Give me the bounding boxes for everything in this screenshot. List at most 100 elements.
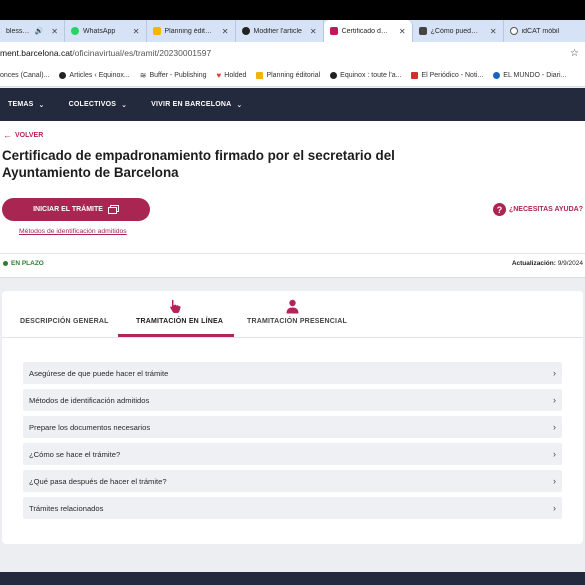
procedure-header: ← VOLVER Certificado de empadronamiento …	[0, 121, 585, 278]
elperiodico-icon	[411, 71, 419, 79]
accordion-item[interactable]: Métodos de identificación admitidos ›	[23, 389, 562, 411]
url-path: /oficinavirtual/es/tramit/20230001597	[72, 48, 212, 58]
nav-item-colectivos[interactable]: COLECTIVOS ⌄	[69, 101, 128, 109]
chevron-right-icon: ›	[553, 503, 556, 513]
bookmark-item[interactable]: Equinox : toute l'a...	[330, 71, 402, 79]
start-procedure-button[interactable]: INICIAR EL TRÁMITE	[2, 198, 150, 221]
chevron-right-icon: ›	[553, 422, 556, 432]
tab-tramitacion-presencial[interactable]: TRAMITACIÓN PRESENCIAL	[247, 318, 347, 325]
nav-item-temas[interactable]: TEMAS ⌄	[8, 101, 45, 109]
help-link[interactable]: ? ¿NECESITAS AYUDA?	[492, 203, 583, 216]
browser-tab[interactable]: Modifier l'article ✕	[236, 20, 324, 42]
back-link[interactable]: ← VOLVER	[3, 130, 43, 140]
bookmark-item[interactable]: El Periódico - Noti...	[411, 71, 484, 79]
close-icon[interactable]: ✕	[399, 27, 406, 36]
browser-tab[interactable]: WhatsApp ✕	[65, 20, 147, 42]
os-top-bar	[0, 0, 585, 20]
bookmark-label: EL MUNDO - Diari...	[503, 71, 567, 79]
bookmark-item[interactable]: onces (Canal)...	[0, 72, 49, 79]
site-nav: TEMAS ⌄ COLECTIVOS ⌄ VIVIR EN BARCELONA …	[0, 88, 585, 121]
divider	[0, 253, 585, 254]
nav-item-vivir[interactable]: VIVIR EN BARCELONA ⌄	[151, 101, 242, 109]
nav-item-label: TEMAS	[8, 101, 34, 108]
planning-icon	[256, 71, 264, 79]
chevron-right-icon: ›	[553, 368, 556, 378]
accordion-item[interactable]: Prepare los documentos necesarios ›	[23, 416, 562, 438]
updated-label: Actualización:	[511, 260, 556, 267]
bookmark-label: Holded	[224, 71, 247, 79]
url-host: ment.barcelona.cat	[0, 48, 73, 58]
bookmark-item[interactable]: Planning éditorial	[256, 71, 321, 79]
bookmark-item[interactable]: Articles ‹ Equinox...	[59, 71, 130, 79]
chevron-right-icon: ›	[553, 449, 556, 459]
accordion-label: ¿Cómo se hace el trámite?	[29, 449, 121, 459]
arrow-left-icon: ←	[3, 130, 12, 140]
nav-item-label: COLECTIVOS	[68, 101, 117, 108]
person-icon	[286, 299, 299, 314]
browser-tab[interactable]: idCAT mòbil	[504, 20, 585, 42]
bookmark-label: El Periódico - Noti...	[421, 71, 484, 79]
close-icon[interactable]: ✕	[490, 27, 497, 36]
bookmark-item[interactable]: EL MUNDO - Diari...	[493, 71, 567, 79]
bookmark-label: onces (Canal)...	[0, 71, 50, 79]
bookmark-label: Planning éditorial	[266, 71, 321, 79]
tab-label: Modifier l'article	[253, 27, 302, 35]
bookmark-item[interactable]: ≋ Buffer - Publishing	[140, 71, 207, 80]
question-icon: ?	[492, 203, 506, 216]
holded-icon: ♥	[216, 70, 222, 80]
bookmark-star-icon[interactable]: ☆	[570, 48, 585, 59]
tab-label: idCAT mòbil	[521, 27, 560, 35]
bookmark-label: Articles ‹ Equinox...	[69, 71, 130, 79]
browser-tab[interactable]: ¿Cómo puedo de ✕	[413, 20, 504, 42]
accordion-item[interactable]: Trámites relacionados ›	[23, 497, 562, 519]
accordion-label: Asegúrese de que puede hacer el trámite	[29, 368, 169, 378]
identification-methods-link[interactable]: Métodos de identificación admitidos	[19, 228, 127, 235]
close-icon[interactable]: ✕	[222, 27, 229, 36]
globe-icon	[509, 27, 518, 35]
browser-tab[interactable]: blessed · 🔊 ✕	[0, 20, 65, 42]
accordion-label: Prepare los documentos necesarios	[29, 422, 151, 432]
active-tab-indicator	[118, 334, 234, 337]
status-label: EN PLAZO	[11, 260, 44, 267]
updated-date: 9/9/2024	[557, 260, 583, 267]
bookmark-label: Equinox : toute l'a...	[340, 71, 402, 79]
tab-label: blessed ·	[6, 27, 31, 35]
start-procedure-label: INICIAR EL TRÁMITE	[33, 206, 103, 213]
url-field[interactable]: ment.barcelona.cat/oficinavirtual/es/tra…	[0, 48, 570, 58]
page-title: Certificado de empadronamiento firmado p…	[2, 148, 395, 180]
accordion-label: Métodos de identificación admitidos	[29, 395, 150, 405]
accordion-item[interactable]: Asegúrese de que puede hacer el trámite …	[23, 362, 562, 384]
bookmark-label: Buffer - Publishing	[149, 71, 207, 79]
browser-tab[interactable]: Planning éditorial ✕	[147, 20, 236, 42]
tab-tramitacion-en-linea[interactable]: TRAMITACIÓN EN LÍNEA	[136, 318, 223, 325]
accordion-label: ¿Qué pasa después de hacer el trámite?	[29, 476, 167, 486]
procedure-card: DESCRIPCIÓN GENERAL TRAMITACIÓN EN LÍNEA…	[2, 291, 583, 544]
status-badge: EN PLAZO	[3, 260, 44, 267]
accordion-item[interactable]: ¿Qué pasa después de hacer el trámite? ›	[23, 470, 562, 492]
bookmarks-bar: onces (Canal)... Articles ‹ Equinox... ≋…	[0, 64, 585, 87]
whatsapp-icon	[71, 27, 79, 35]
accordion-label: Trámites relacionados	[29, 503, 104, 513]
chevron-right-icon: ›	[553, 476, 556, 486]
speaker-icon: 🔊	[34, 28, 44, 35]
tab-label: ¿Cómo puedo de	[430, 27, 482, 35]
chevron-down-icon: ⌄	[236, 101, 243, 109]
status-dot-icon	[3, 261, 8, 266]
chevron-down-icon: ⌄	[121, 101, 128, 109]
chevron-down-icon: ⌄	[38, 101, 45, 109]
nav-item-label: VIVIR EN BARCELONA	[151, 101, 232, 108]
accordion-item[interactable]: ¿Cómo se hace el trámite? ›	[23, 443, 562, 465]
close-icon[interactable]: ✕	[310, 27, 317, 36]
procedure-tabs: DESCRIPCIÓN GENERAL TRAMITACIÓN EN LÍNEA…	[2, 291, 583, 338]
tab-label: WhatsApp	[83, 27, 116, 35]
bookmark-item[interactable]: ♥ Holded	[217, 71, 247, 80]
close-icon[interactable]: ✕	[51, 27, 58, 36]
address-bar[interactable]: ment.barcelona.cat/oficinavirtual/es/tra…	[0, 42, 585, 64]
tab-descripcion-general[interactable]: DESCRIPCIÓN GENERAL	[20, 318, 109, 325]
browser-tab-active[interactable]: Certificado de em ✕	[323, 20, 413, 42]
buffer-icon: ≋	[139, 70, 147, 80]
help-label: ¿NECESITAS AYUDA?	[508, 206, 583, 213]
planning-icon	[152, 27, 161, 35]
close-icon[interactable]: ✕	[133, 27, 140, 36]
hand-pointer-icon	[170, 299, 181, 313]
